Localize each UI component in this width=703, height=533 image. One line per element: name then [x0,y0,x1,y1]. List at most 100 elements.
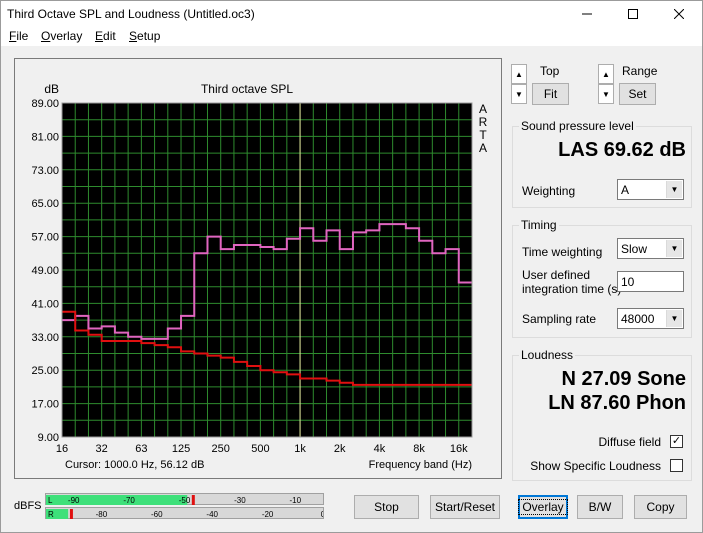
x-tick-label: 63 [135,443,147,455]
y-tick-label: 25.00 [31,365,59,377]
meter-peak-marker [69,509,73,519]
meter-left-bar: L -90 -70 -50 -30 -10 [46,495,302,505]
meter-left: L -90 -70 -50 -30 -10 [45,493,324,505]
time-weighting-select[interactable]: Slow ▼ [617,238,684,259]
meter-tick-label: -10 [290,496,302,505]
arrow-down-icon: ▼ [515,89,523,99]
arta-label-letter: T [479,128,487,142]
minimize-icon [582,13,592,15]
menu-overlay[interactable]: Overlay [41,29,82,43]
fit-button[interactable]: Fit [532,83,569,105]
meter-right: R -80 -60 -40 -20 0 [45,507,326,519]
y-tick-label: 17.00 [31,399,59,411]
meter-tick-label: -30 [234,496,246,505]
arrow-up-icon: ▲ [602,69,610,79]
show-specific-loudness-checkbox[interactable] [670,459,683,472]
stop-button[interactable]: Stop [354,495,419,519]
arta-label-letter: R [479,115,488,129]
loudness-ln-value: LN 87.60 Phon [548,392,686,414]
meter-channel-label: L [48,496,53,505]
timing-group: Timing Time weighting Slow ▼ User define… [512,218,692,338]
close-button[interactable] [656,1,702,27]
arrow-up-icon: ▲ [515,69,523,79]
minimize-button[interactable] [564,1,610,27]
meter-peak-marker [191,495,195,505]
title-bar[interactable]: Third Octave SPL and Loudness (Untitled.… [1,1,702,27]
weighting-label: Weighting [522,184,576,198]
menu-file[interactable]: File [9,29,28,43]
time-weighting-label: Time weighting [522,245,603,259]
timing-group-title: Timing [519,218,559,232]
menu-edit[interactable]: Edit [95,29,116,43]
meter-tick-label: -60 [151,510,163,519]
range-label: Range [622,64,658,78]
start-reset-button[interactable]: Start/Reset [430,495,500,519]
meter-tick-label: 0 [321,510,323,519]
arta-label-letter: A [479,102,487,116]
meter-tick-label: -50 [179,496,191,505]
show-specific-loudness-label: Show Specific Loudness [530,459,661,473]
meter-right-bar: R -80 -60 -40 -20 0 [46,509,326,519]
loudness-group: Loudness N 27.09 Sone LN 87.60 Phon Diff… [512,348,692,481]
x-tick-label: 125 [172,443,190,455]
overlay-button[interactable]: Overlay [518,495,568,519]
x-tick-label: 4k [374,443,386,455]
maximize-icon [628,9,638,19]
sampling-rate-select[interactable]: 48000 ▼ [617,308,684,329]
bw-button[interactable]: B/W [577,495,623,519]
y-tick-label: 65.00 [31,198,59,210]
chart-title: Third octave SPL [201,82,293,96]
diffuse-field-checkbox[interactable]: ✓ [670,435,683,448]
integration-label-2: integration time (s) [522,282,622,296]
y-tick-label: 81.00 [31,131,59,143]
window-title: Third Octave SPL and Loudness (Untitled.… [7,7,255,21]
integration-label-1: User defined [522,268,591,282]
chevron-down-icon: ▼ [666,310,682,327]
range-up-button[interactable]: ▲ [598,64,614,84]
spl-chart[interactable]: 89.00 81.00 73.00 65.00 57.00 49.00 41.00 33.00… [15,59,501,478]
range-down-button[interactable]: ▼ [598,84,614,104]
y-tick-label: 33.00 [31,332,59,344]
chart-panel: 89.00 81.00 73.00 65.00 57.00 49.00 41.00 33.00… [14,58,502,479]
close-icon [674,9,684,19]
weighting-select[interactable]: A ▼ [617,179,684,200]
spl-group: Sound pressure level LAS 69.62 dB Weight… [512,119,692,208]
meter-channel-label: R [48,510,54,519]
y-tick-label: 49.00 [31,265,59,277]
copy-button[interactable]: Copy [634,495,687,519]
x-tick-label: 500 [251,443,269,455]
meter-tick-label: -90 [68,496,80,505]
menu-setup[interactable]: Setup [129,29,160,43]
x-tick-label: 8k [413,443,425,455]
meter-tick-label: -70 [123,496,135,505]
top-down-button[interactable]: ▼ [511,84,527,104]
diffuse-field-label: Diffuse field [598,435,661,449]
top-up-button[interactable]: ▲ [511,64,527,84]
y-tick-label: 73.00 [31,165,59,177]
maximize-button[interactable] [610,1,656,27]
x-axis-label: Frequency band (Hz) [369,459,472,471]
x-tick-label: 2k [334,443,346,455]
y-tick-label: 57.00 [31,232,59,244]
x-tick-label: 1k [294,443,306,455]
spl-value: LAS 69.62 dB [558,139,686,161]
sampling-rate-label: Sampling rate [522,312,597,326]
x-tick-label: 32 [96,443,108,455]
loudness-group-title: Loudness [519,348,576,362]
x-tick-label: 16k [450,443,468,455]
dbfs-label: dBFS [14,500,42,512]
integration-time-input[interactable]: 10 [617,271,684,292]
meter-tick-label: -20 [262,510,274,519]
meter-tick-label: -40 [206,510,218,519]
y-axis-label: dB [44,82,59,96]
loudness-n-value: N 27.09 Sone [561,368,686,390]
spl-group-title: Sound pressure level [519,119,636,133]
set-button[interactable]: Set [619,83,656,105]
arrow-down-icon: ▼ [602,89,610,99]
chevron-down-icon: ▼ [666,181,682,198]
cursor-readout: Cursor: 1000.0 Hz, 56.12 dB [65,459,204,471]
meter-tick-label: -80 [96,510,108,519]
app-window: Third Octave SPL and Loudness (Untitled.… [0,0,703,533]
y-tick-label: 89.00 [31,98,59,110]
y-tick-label: 41.00 [31,298,59,310]
